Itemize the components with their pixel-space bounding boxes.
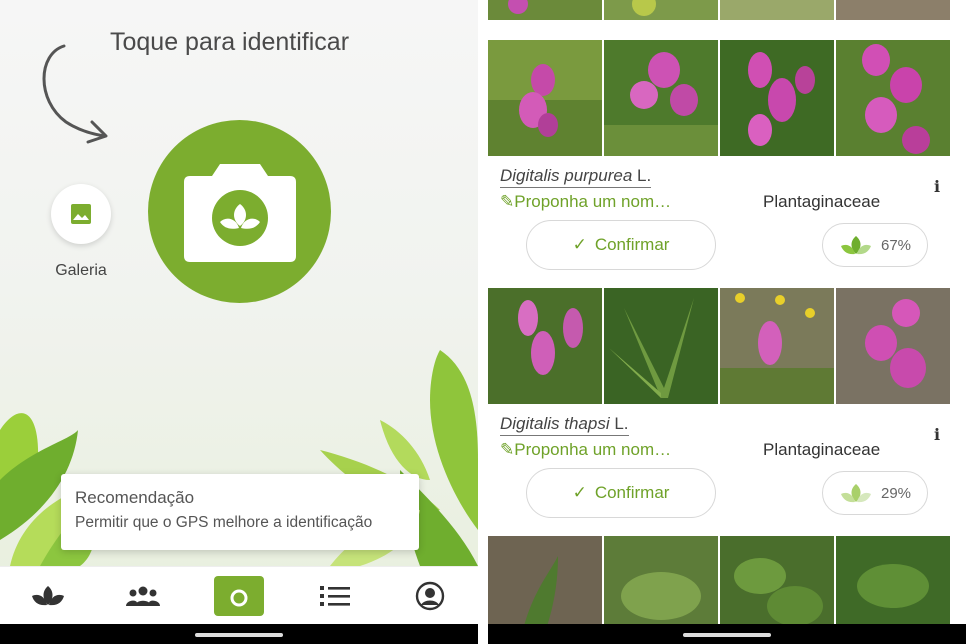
identify-screen: Toque para identificar Galeria Recomenda… — [0, 0, 478, 644]
propose-name-link[interactable]: ✎Proponha um nom… — [500, 192, 671, 212]
plant-photo[interactable] — [604, 40, 718, 156]
home-indicator[interactable] — [683, 633, 771, 637]
photo-row — [488, 40, 966, 156]
leaf-logo-icon — [31, 585, 64, 605]
plant-photo[interactable] — [604, 288, 718, 404]
gallery-button[interactable] — [51, 184, 111, 244]
nav-camera[interactable] — [209, 571, 269, 621]
recommendation-toast[interactable]: Recomendação Permitir que o GPS melhore … — [61, 474, 419, 550]
tap-hint: Toque para identificar — [110, 28, 350, 56]
plant-photo[interactable] — [836, 288, 950, 404]
camera-leaf-icon — [183, 163, 296, 262]
plant-photo[interactable] — [720, 0, 834, 20]
species-name-link[interactable]: Digitalis purpurea L. — [500, 166, 652, 188]
photo-row — [488, 288, 966, 404]
species-name-link[interactable]: Digitalis thapsi L. — [500, 414, 629, 436]
plant-photo[interactable] — [488, 40, 602, 156]
score-badge[interactable]: 29% — [822, 471, 928, 515]
confirm-button[interactable]: ✓ Confirmar — [526, 220, 716, 270]
info-icon[interactable]: i — [934, 177, 940, 196]
score-badge[interactable]: 67% — [822, 223, 928, 267]
camera-icon — [223, 583, 254, 608]
plant-photo[interactable] — [836, 40, 950, 156]
toast-body: Permitir que o GPS melhore a identificaç… — [75, 514, 373, 531]
plant-photo[interactable] — [720, 288, 834, 404]
family-name: Plantaginaceae — [763, 440, 881, 459]
profile-icon — [415, 581, 445, 610]
pencil-icon: ✎ — [500, 192, 515, 211]
leaf-score-icon — [840, 484, 871, 503]
pencil-icon: ✎ — [500, 440, 515, 459]
nav-community[interactable] — [113, 571, 173, 621]
family-name: Plantaginaceae — [763, 192, 881, 211]
bottom-navigation — [0, 566, 478, 624]
plant-photo[interactable] — [488, 288, 602, 404]
system-nav-bar — [0, 624, 478, 644]
confirm-button[interactable]: ✓ Confirmar — [526, 468, 716, 518]
curved-arrow-icon — [42, 44, 108, 144]
results-screen: Digitalis purpurea L. i ✎Proponha um nom… — [488, 0, 966, 644]
nav-profile[interactable] — [400, 571, 460, 621]
plant-photo[interactable] — [488, 0, 602, 20]
info-icon[interactable]: i — [934, 425, 940, 444]
home-indicator[interactable] — [195, 633, 283, 637]
nav-list[interactable] — [305, 571, 365, 621]
plant-photo[interactable] — [604, 0, 718, 20]
nav-home[interactable] — [18, 571, 78, 621]
system-nav-bar — [488, 624, 966, 644]
photo-row — [488, 0, 966, 20]
toast-title: Recomendação — [75, 488, 195, 507]
people-icon — [126, 586, 161, 606]
check-icon: ✓ — [572, 483, 587, 502]
list-icon — [319, 585, 350, 606]
image-icon — [71, 204, 91, 224]
plant-photo[interactable] — [836, 0, 950, 20]
divider — [478, 0, 488, 644]
camera-capture-button[interactable] — [148, 120, 331, 303]
gallery-label: Galeria — [55, 262, 107, 279]
leaf-score-icon — [840, 236, 871, 255]
propose-name-link[interactable]: ✎Proponha um nom… — [500, 440, 671, 460]
plant-photo[interactable] — [720, 40, 834, 156]
check-icon: ✓ — [572, 235, 587, 254]
